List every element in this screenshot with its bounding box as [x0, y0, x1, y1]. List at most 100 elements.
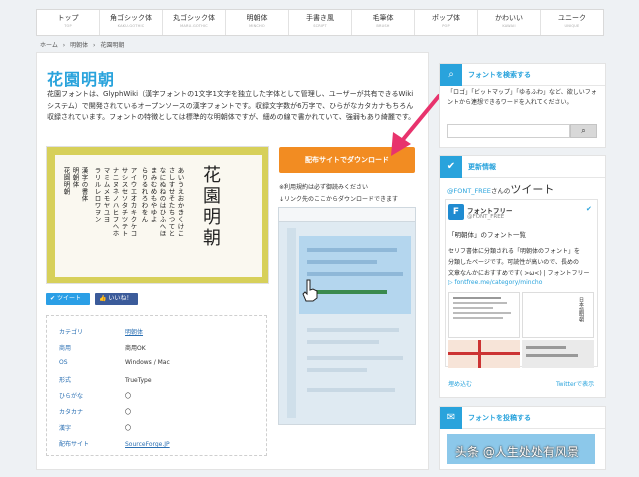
sample-text-line: ナニヌネノハヒフヘホ	[111, 167, 119, 237]
sample-title: 花園明朝	[200, 165, 221, 249]
tweets-heading-word: ツイート	[510, 183, 555, 196]
breadcrumb-category[interactable]: 明朝体	[70, 42, 88, 49]
search-hint: 「ロゴ」「ビットマップ」「ゆるふわ」など、欲しいフォントから連想できるワードを入…	[447, 89, 597, 106]
info-key: カテゴリ	[59, 329, 84, 336]
search-input[interactable]	[447, 124, 570, 138]
screenshot-line	[307, 328, 399, 332]
info-row: 形式 TrueType	[59, 375, 152, 384]
tweet-image-1[interactable]	[448, 292, 520, 338]
twitter-icon: ✔	[440, 156, 462, 178]
update-widget-header: ✔ 更新情報	[440, 156, 605, 178]
nav-item-kawaii[interactable]: かわいい KAWAII	[478, 10, 541, 35]
tweet-line: セリフ書体に分類される「明朝体のフォント」を	[448, 248, 581, 255]
nav-item-label: ユニーク	[558, 14, 586, 22]
screenshot-line	[307, 368, 367, 372]
nav-item-unique[interactable]: ユニーク UNIQUE	[541, 10, 603, 35]
breadcrumb-home[interactable]: ホーム	[40, 42, 58, 49]
nav-item-label: 明朝体	[246, 14, 268, 22]
download-site-screenshot	[278, 207, 416, 425]
screenshot-line	[307, 260, 377, 264]
nav-item-top[interactable]: トップ TOP	[37, 10, 100, 35]
info-row: 商用 商用OK	[59, 343, 146, 352]
info-value: 〇	[125, 393, 132, 400]
nav-item-mincho[interactable]: 明朝体 MINCHO	[226, 10, 289, 35]
font-sample-image: 花園明朝 あいうえおかきくけこ さしすせそたちつてと なにぬねのはひふへほ まみむめも…	[46, 146, 269, 284]
embed-link[interactable]: 埋め込む	[448, 379, 472, 388]
top-nav: トップ TOP 角ゴシック体 KAKU-GOTHIC 丸ゴシック体 MARU-GOTHIC…	[36, 9, 604, 36]
nav-item-label: 手書き風	[306, 14, 334, 22]
info-row: OS Windows / Mac	[59, 359, 170, 366]
screenshot-download-link	[307, 290, 387, 294]
info-value: 〇	[125, 409, 132, 416]
font-description: 花園フォントは、GlyphWiki（漢字フォントの1文字1文字を独立した字体とし…	[47, 90, 416, 121]
nav-item-maru-gothic[interactable]: 丸ゴシック体 MARU-GOTHIC	[163, 10, 226, 35]
nav-item-sublabel: SCRIPT	[313, 24, 327, 28]
view-on-twitter-link[interactable]: Twitterで表示	[556, 379, 594, 388]
tweet-button-label: ツイート	[56, 295, 81, 302]
tweets-account-link[interactable]: @FONT_FREE	[447, 187, 491, 195]
tweet-line: 「明朝体」のフォント一覧	[448, 231, 526, 239]
screenshot-line	[307, 248, 397, 252]
tweet-button[interactable]: ✔ ツイート	[46, 293, 90, 305]
tweet-line: 分類したページです。可読性が高いので、長めの	[448, 259, 580, 266]
info-key: カタカナ	[59, 409, 84, 416]
sample-text-line: マミムメモヤユヨ	[102, 167, 110, 223]
nav-item-kaku-gothic[interactable]: 角ゴシック体 KAKU-GOTHIC	[100, 10, 163, 35]
nav-item-label: 毛筆体	[372, 14, 394, 22]
tweet-image-3[interactable]	[448, 340, 520, 368]
info-row: ひらがな 〇	[59, 391, 131, 400]
info-key: 配布サイト	[59, 441, 90, 448]
mail-icon: ✉	[440, 407, 462, 429]
tweet-image-2[interactable]: 日本語明朝	[522, 292, 594, 338]
info-value: 〇	[125, 425, 132, 432]
post-widget-header: ✉ フォントを投稿する	[440, 407, 605, 429]
sample-text-line: ラリルレロワヲン	[93, 167, 101, 223]
terms-note: ※利用規約は必ず御読みください	[279, 184, 369, 191]
like-button[interactable]: 👍 いいね！	[95, 293, 138, 305]
account-avatar[interactable]: F	[448, 204, 464, 220]
account-handle[interactable]: @FONT_FREE	[467, 214, 504, 220]
sample-text-line: あいうえおかきくけこ	[176, 167, 184, 237]
info-value[interactable]: 明朝体	[125, 329, 143, 336]
nav-item-sublabel: UNIQUE	[564, 24, 580, 28]
nav-item-sublabel: BRUSH	[376, 24, 390, 28]
nav-item-label: かわいい	[495, 14, 523, 22]
download-note: ↓リンク先のここからダウンロードできます	[279, 196, 399, 203]
nav-item-sublabel: TOP	[64, 24, 72, 28]
info-key: ひらがな	[59, 393, 84, 400]
nav-item-pop[interactable]: ポップ体 POP	[415, 10, 478, 35]
breadcrumb: ホーム › 明朝体 › 花園明朝	[40, 40, 127, 49]
search-widget-header: ⌕ フォントを検索する	[440, 64, 605, 86]
watermark: 头条 @人生处处有风景	[455, 445, 579, 459]
nav-item-brush[interactable]: 毛筆体 BRUSH	[352, 10, 415, 35]
tweet-line: 文章なんかにおすすめです( >ω<) | フォントフリー	[448, 270, 590, 277]
nav-item-sublabel: KAWAII	[502, 24, 516, 28]
sample-text-line: らりるれろわをん	[140, 167, 148, 223]
sample-text-line: さしすせそたちつてと	[167, 167, 175, 237]
screenshot-line	[307, 272, 403, 276]
nav-item-label: トップ	[57, 14, 79, 22]
tweets-heading: @FONT_FREEさんのツイート	[447, 181, 554, 197]
tweet-image-4[interactable]	[522, 340, 594, 368]
tweet-link[interactable]: ▷ fontfree.me/category/mincho	[448, 279, 542, 286]
info-row: カテゴリ 明朝体	[59, 327, 143, 336]
nav-item-sublabel: MARU-GOTHIC	[180, 24, 208, 28]
nav-item-script[interactable]: 手書き風 SCRIPT	[289, 10, 352, 35]
info-value[interactable]: SourceForge.JP	[125, 441, 170, 448]
sample-text-line: なにぬねのはひふへほ	[158, 167, 166, 237]
page-title: 花園明朝	[47, 70, 116, 89]
info-row: 漢字 〇	[59, 423, 131, 432]
search-button[interactable]: ⌕	[570, 124, 597, 138]
screenshot-sidebar	[287, 228, 296, 418]
post-widget-title: フォントを投稿する	[468, 414, 531, 422]
info-key: OS	[59, 359, 68, 366]
nav-item-label: ポップ体	[432, 14, 460, 22]
sample-text-line: 漢字の書体	[80, 167, 88, 202]
hand-cursor-icon	[302, 279, 318, 302]
nav-item-sublabel: KAKU-GOTHIC	[117, 24, 145, 28]
twitter-bird-icon: ✔	[586, 205, 592, 213]
screenshot-line	[307, 356, 403, 360]
sample-text-line: まみむめもやゆよ	[149, 167, 157, 223]
nav-item-label: 丸ゴシック体	[173, 14, 215, 22]
breadcrumb-sep: ›	[62, 42, 66, 49]
